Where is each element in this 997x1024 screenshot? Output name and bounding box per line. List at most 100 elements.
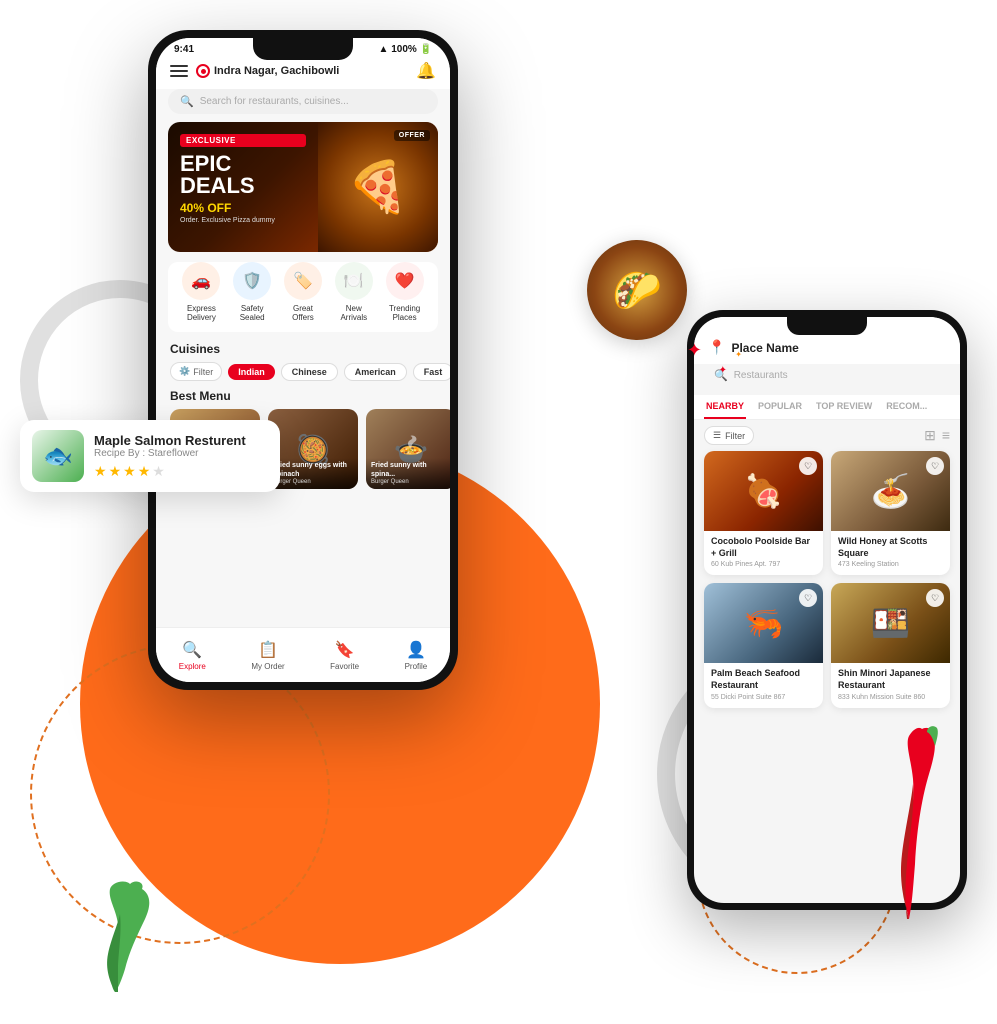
menu-card-3-title: Fried sunny with spina... [371,462,450,479]
location-pin-icon [196,64,210,78]
favorite-label: Favorite [330,662,359,671]
restaurant-card-1[interactable]: 🍖 ♡ Cocobolo Poolside Bar + Grill 60 Kub… [704,451,823,575]
categories-row: 🚗 ExpressDelivery 🛡️ SafetySealed 🏷️ Gre… [168,262,438,332]
rest-card-1-info: Cocobolo Poolside Bar + Grill 60 Kub Pin… [704,531,823,575]
search-bar[interactable]: 🔍 Search for restaurants, cuisines... [168,89,438,114]
filter2-label: Filter [725,431,745,441]
star-3: ★ [123,463,136,480]
rest-card-2-info: Wild Honey at Scotts Square 473 Keeling … [831,531,950,575]
status-time: 9:41 [174,44,194,55]
cuisine-filter-row: ⚙️ Filter Indian Chinese American Fast [156,362,450,389]
promo-banner[interactable]: EXCLUSIVE EPIC DEALS 40% OFF Order. Excl… [168,122,438,252]
spark-small: ✦ [735,350,742,359]
cuisine-filter-button[interactable]: ⚙️ Filter [170,362,222,381]
rest-card-1-address: 60 Kub Pines Apt. 797 [711,561,816,568]
search-icon: 🔍 [180,95,194,108]
cuisine-american[interactable]: American [344,363,407,381]
favorite-icon: 🔖 [335,640,355,660]
rest-card-4-address: 833 Kuhn Mission Suite 860 [838,694,943,701]
star-1: ★ [94,463,107,480]
location-button[interactable]: Indra Nagar, Gachibowli [196,64,408,78]
rest-card-3-info: Palm Beach Seafood Restaurant 55 Dicki P… [704,663,823,707]
great-offers-label: GreatOffers [292,304,314,322]
category-safety-sealed[interactable]: 🛡️ SafetySealed [233,262,271,322]
menu-card-3-overlay: Fried sunny with spina... Burger Queen [366,458,450,489]
cuisines-title: Cuisines [156,342,450,362]
menu-card-2[interactable]: 🥘 Fried sunny eggs with spinach Burger Q… [268,409,358,489]
phone2-search-placeholder: Restaurants [734,370,788,381]
nav-favorite[interactable]: 🔖 Favorite [330,640,359,671]
floating-card-info: Maple Salmon Resturent Recipe By : Stare… [94,433,268,480]
banner-subtitle: Order. Exclusive Pizza dummy [180,217,306,224]
my-order-label: My Order [251,662,284,671]
filter-icon: ⚙️ [179,366,190,377]
rest-card-3-address: 55 Dicki Point Suite 867 [711,694,816,701]
phone2-tabs: NEARBY POPULAR TOP REVIEW RECOM... [694,395,960,420]
tab-recom[interactable]: RECOM... [884,395,929,419]
express-delivery-icon: 🚗 [182,262,220,300]
hamburger-line-1 [170,65,188,67]
star-5: ★ [152,463,165,480]
grid-view-icon[interactable]: ⊞ [924,427,936,444]
phone1-screen: 9:41 ▲ 100% 🔋 Indra Nagar, Gachibowli 🔔 … [156,38,450,682]
banner-discount: 40% OFF [180,201,306,215]
tab-popular[interactable]: POPULAR [756,395,804,419]
rest-card-4-name: Shin Minori Japanese Restaurant [838,668,943,691]
restaurant-card-2[interactable]: 🍝 ♡ Wild Honey at Scotts Square 473 Keel… [831,451,950,575]
place-pin-icon: 📍 [708,339,725,356]
filter-label: Filter [193,367,213,377]
category-express-delivery[interactable]: 🚗 ExpressDelivery [182,262,220,322]
notification-icon[interactable]: 🔔 [416,61,436,81]
phone2-filter-button[interactable]: ☰ Filter [704,426,754,445]
trending-places-icon: ❤️ [386,262,424,300]
phone2-search-bar[interactable]: 🔍 Restaurants [704,364,950,387]
express-delivery-label: ExpressDelivery [187,304,216,322]
restaurant-card-3[interactable]: 🦐 ♡ Palm Beach Seafood Restaurant 55 Dic… [704,583,823,707]
nav-explore[interactable]: 🔍 Explore [179,640,206,671]
nav-profile[interactable]: 👤 Profile [405,640,428,671]
location-text: Indra Nagar, Gachibowli [214,65,339,77]
status-signal: ▲ 100% 🔋 [379,44,432,55]
rest-card-2-heart[interactable]: ♡ [926,457,944,475]
nav-my-order[interactable]: 📋 My Order [251,640,284,671]
hamburger-icon[interactable] [170,65,188,77]
phone1-header: Indra Nagar, Gachibowli 🔔 [156,57,450,89]
banner-exclusive-tag: EXCLUSIVE [180,134,306,147]
phone2-notch [787,317,867,335]
menu-card-3-sub: Burger Queen [371,479,450,485]
explore-icon: 🔍 [182,640,202,660]
safety-sealed-label: SafetySealed [240,304,265,322]
menu-card-2-title: Fried sunny eggs with spinach [273,462,353,479]
best-menu-title: Best Menu [156,389,450,409]
floating-card-recipe: Recipe By : Stareflower [94,448,268,459]
cuisine-chinese[interactable]: Chinese [281,363,338,381]
tab-top-review[interactable]: TOP REVIEW [814,395,874,419]
floating-card-image: 🐟 [32,430,84,482]
spark-mid: ✦ [719,365,727,376]
banner-right-image: 🍕 OFFER [318,122,438,252]
cuisine-fast[interactable]: Fast [413,363,450,381]
new-arrivals-icon: 🍽️ [335,262,373,300]
rest-card-2-address: 473 Keeling Station [838,561,943,568]
chili-right-decoration [887,724,947,924]
restaurant-grid: 🍖 ♡ Cocobolo Poolside Bar + Grill 60 Kub… [694,451,960,708]
menu-card-3[interactable]: 🍲 Fried sunny with spina... Burger Queen [366,409,450,489]
tab-nearby[interactable]: NEARBY [704,395,746,419]
trending-places-label: TrendingPlaces [389,304,420,322]
star-4: ★ [138,463,151,480]
floating-card-stars: ★ ★ ★ ★ ★ [94,463,268,480]
cuisine-indian[interactable]: Indian [228,364,275,380]
category-new-arrivals[interactable]: 🍽️ NewArrivals [335,262,373,322]
my-order-icon: 📋 [258,640,278,660]
floating-card-restaurant-name: Maple Salmon Resturent [94,433,268,448]
list-view-icon[interactable]: ≡ [942,427,950,444]
restaurant-floating-card[interactable]: 🐟 Maple Salmon Resturent Recipe By : Sta… [20,420,280,492]
restaurant-card-4[interactable]: 🍱 ♡ Shin Minori Japanese Restaurant 833 … [831,583,950,707]
search-placeholder: Search for restaurants, cuisines... [200,96,349,107]
category-great-offers[interactable]: 🏷️ GreatOffers [284,262,322,322]
category-trending-places[interactable]: ❤️ TrendingPlaces [386,262,424,322]
rest-card-1-name: Cocobolo Poolside Bar + Grill [711,536,816,559]
rest-card-1-heart[interactable]: ♡ [799,457,817,475]
menu-card-2-sub: Burger Queen [273,479,353,485]
banner-food-visual: 🍕 [318,122,438,252]
